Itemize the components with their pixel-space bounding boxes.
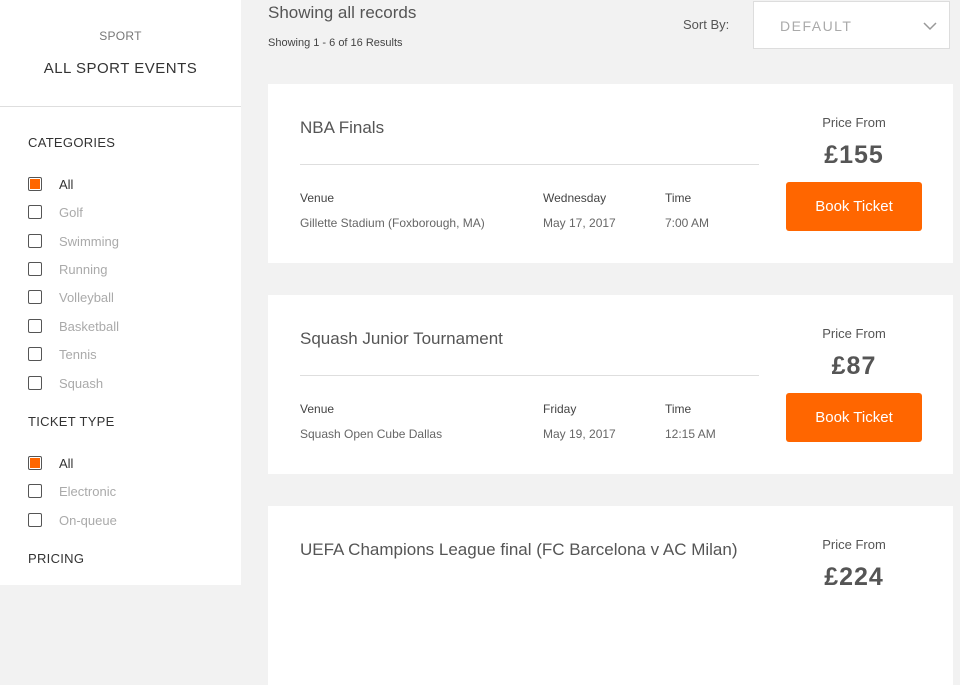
price-label: Price From: [822, 115, 886, 130]
checkbox[interactable]: [28, 513, 42, 527]
category-filter-tennis[interactable]: Tennis: [28, 345, 97, 363]
chevron-down-icon: [923, 22, 937, 31]
filter-label: On-queue: [59, 512, 117, 528]
checkbox[interactable]: [28, 456, 42, 470]
checkbox[interactable]: [28, 177, 42, 191]
filter-label: Golf: [59, 204, 83, 220]
filter-label: Basketball: [59, 318, 119, 334]
sport-eyebrow: SPORT: [99, 29, 142, 43]
filter-label: Volleyball: [59, 289, 114, 305]
venue-label: Venue: [300, 402, 335, 416]
results-count: Showing 1 - 6 of 16 Results: [268, 37, 403, 49]
sort-label: Sort By:: [683, 17, 730, 32]
category-filter-all[interactable]: All: [28, 175, 73, 193]
pricing-heading: PRICING: [28, 551, 85, 566]
event-card: UEFA Champions League final (FC Barcelon…: [268, 506, 953, 685]
ticket-filter-all[interactable]: All: [28, 454, 73, 472]
book-ticket-button[interactable]: Book Ticket: [786, 393, 922, 442]
category-filter-volleyball[interactable]: Volleyball: [28, 288, 114, 306]
divider: [300, 164, 759, 165]
time-label: Time: [665, 191, 692, 205]
checkbox[interactable]: [28, 319, 42, 333]
category-filter-swimming[interactable]: Swimming: [28, 232, 119, 250]
ticket-filter-on-queue[interactable]: On-queue: [28, 511, 117, 529]
checkbox[interactable]: [28, 262, 42, 276]
ticket-type-heading: TICKET TYPE: [28, 414, 115, 429]
price-label: Price From: [822, 537, 886, 552]
price-value: £224: [824, 563, 884, 591]
filter-label: Tennis: [59, 346, 97, 362]
filter-label: Running: [59, 261, 108, 277]
filter-label: Swimming: [59, 233, 119, 249]
time-value: 7:00 AM: [665, 216, 710, 230]
day-label: Friday: [543, 402, 577, 416]
category-filter-basketball[interactable]: Basketball: [28, 317, 119, 335]
sport-title[interactable]: ALL SPORT EVENTS: [0, 60, 241, 77]
checkbox[interactable]: [28, 347, 42, 361]
event-card: NBA Finals Venue Gillette Stadium (Foxbo…: [268, 84, 953, 263]
checkbox[interactable]: [28, 205, 42, 219]
results-title: Showing all records: [268, 3, 417, 22]
ticket-filter-electronic[interactable]: Electronic: [28, 482, 116, 500]
filter-label: Electronic: [59, 483, 117, 499]
event-title[interactable]: UEFA Champions League final (FC Barcelon…: [300, 540, 737, 560]
checkbox[interactable]: [28, 484, 42, 498]
checkbox[interactable]: [28, 290, 42, 304]
time-label: Time: [665, 402, 692, 416]
checkbox[interactable]: [28, 234, 42, 248]
price-value: £155: [824, 141, 884, 169]
checkbox[interactable]: [28, 376, 42, 390]
filter-label: All: [59, 455, 74, 471]
category-filter-running[interactable]: Running: [28, 260, 107, 278]
venue-label: Venue: [300, 191, 335, 205]
categories-heading: CATEGORIES: [28, 135, 116, 150]
event-title[interactable]: Squash Junior Tournament: [300, 329, 503, 349]
book-ticket-button[interactable]: Book Ticket: [786, 182, 922, 231]
price-label: Price From: [822, 326, 886, 341]
event-title[interactable]: NBA Finals: [300, 118, 384, 138]
price-value: £87: [831, 352, 877, 380]
day-label: Wednesday: [543, 191, 607, 205]
date-value: May 19, 2017: [543, 427, 616, 441]
divider: [300, 375, 759, 376]
sport-selector[interactable]: SPORT ALL SPORT EVENTS: [0, 0, 241, 107]
category-filter-squash[interactable]: Squash: [28, 374, 103, 392]
time-value: 12:15 AM: [665, 427, 716, 441]
filter-label: All: [59, 176, 74, 192]
venue-value: Gillette Stadium (Foxborough, MA): [300, 216, 485, 230]
venue-value: Squash Open Cube Dallas: [300, 427, 443, 441]
sort-select[interactable]: DEFAULT: [753, 1, 950, 49]
category-filter-golf[interactable]: Golf: [28, 203, 83, 221]
sort-value: DEFAULT: [780, 18, 853, 34]
filter-label: Squash: [59, 375, 104, 391]
date-value: May 17, 2017: [543, 216, 616, 230]
event-card: Squash Junior Tournament Venue Squash Op…: [268, 295, 953, 474]
filter-sidebar: SPORT ALL SPORT EVENTS CATEGORIES All Go…: [0, 0, 241, 585]
